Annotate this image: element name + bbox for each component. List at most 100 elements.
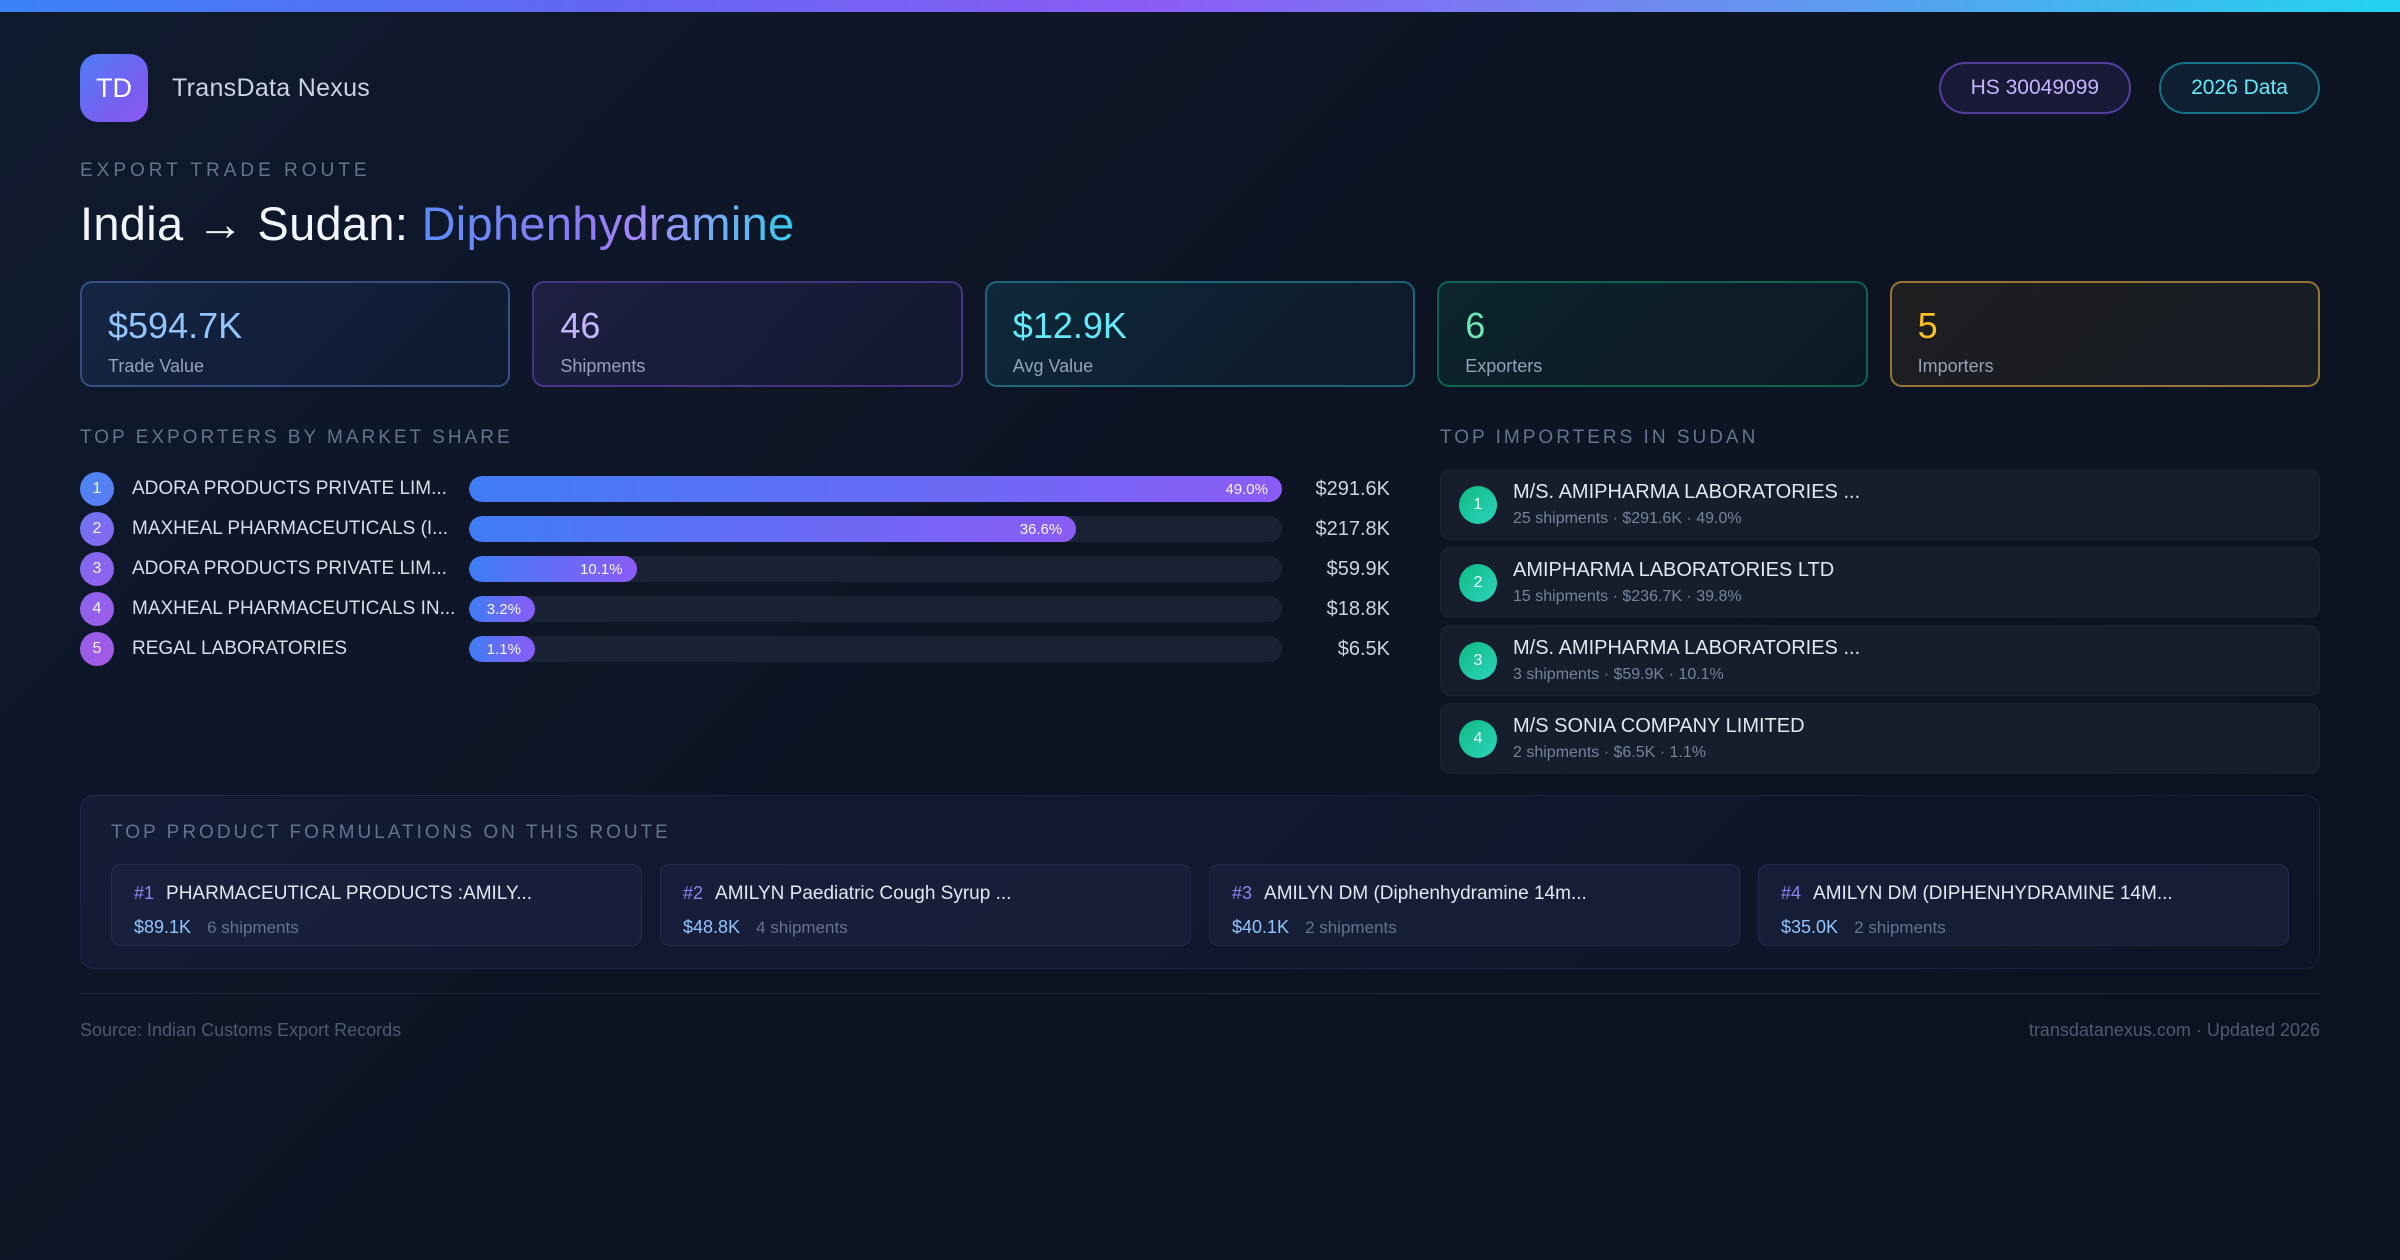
exporter-value: $59.9K: [1326, 557, 1390, 580]
product-name: AMILYN DM (DIPHENHYDRAMINE 14M...: [1813, 883, 2173, 904]
stat-cards-row: $594.7K Trade Value 46 Shipments $12.9K …: [80, 281, 2320, 387]
product-shipments: 2 shipments: [1854, 918, 1946, 937]
stat-label: Trade Value: [108, 356, 205, 376]
importer-meta: 15 shipments · $236.7K · 39.8%: [1513, 588, 1742, 605]
products-list: #1 PHARMACEUTICAL PRODUCTS :AMILY... $89…: [111, 864, 2289, 946]
market-share-bar: 1.1%: [469, 636, 1282, 662]
market-share-bar: 10.1%: [469, 556, 1282, 582]
exporters-section: TOP EXPORTERS BY MARKET SHARE 1 ADORA PR…: [80, 427, 1390, 774]
stat-value: $12.9K: [1012, 305, 1127, 346]
market-share-bar: 3.2%: [469, 596, 1282, 622]
stat-label: Shipments: [560, 356, 646, 376]
products-section: TOP PRODUCT FORMULATIONS ON THIS ROUTE #…: [80, 795, 2320, 969]
main-columns: TOP EXPORTERS BY MARKET SHARE 1 ADORA PR…: [80, 427, 2320, 774]
importer-meta: 25 shipments · $291.6K · 49.0%: [1513, 510, 1742, 527]
rank-badge: 4: [1459, 719, 1497, 758]
stat-value: 5: [1917, 305, 1938, 346]
exporter-row[interactable]: 5 REGAL LABORATORIES 1.1% $6.5K: [80, 629, 1390, 669]
product-rank: #2: [683, 883, 704, 903]
page-container: TD TransData Nexus HS 30049099 2026 Data…: [0, 54, 2400, 1041]
hs-code-badge[interactable]: HS 30049099: [1938, 62, 2132, 114]
importers-section: TOP IMPORTERS IN SUDAN 1 M/S. AMIPHARMA …: [1440, 427, 2320, 774]
exporter-value: $217.8K: [1315, 517, 1390, 540]
exporter-value: $291.6K: [1315, 477, 1390, 500]
importer-card[interactable]: 1 M/S. AMIPHARMA LABORATORIES ... 25 shi…: [1440, 469, 2320, 540]
market-share-fill: 10.1%: [469, 556, 637, 582]
page-title: India → Sudan: Diphenhydramine: [80, 196, 2320, 251]
product-rank: #1: [134, 883, 155, 903]
importer-name: M/S. AMIPHARMA LABORATORIES ...: [1513, 637, 1861, 659]
importers-list: 1 M/S. AMIPHARMA LABORATORIES ... 25 shi…: [1440, 469, 2320, 774]
importer-meta: 3 shipments · $59.9K · 10.1%: [1513, 666, 1724, 683]
exporters-heading: TOP EXPORTERS BY MARKET SHARE: [80, 427, 513, 448]
stat-card-avg-value: $12.9K Avg Value: [984, 281, 1416, 387]
exporter-name: MAXHEAL PHARMACEUTICALS (I...: [132, 518, 449, 539]
stat-value: $594.7K: [108, 305, 243, 346]
product-card[interactable]: #1 PHARMACEUTICAL PRODUCTS :AMILY... $89…: [111, 864, 642, 946]
exporter-value: $18.8K: [1326, 597, 1390, 620]
brand-name: TransData Nexus: [172, 73, 371, 102]
market-share-fill: 3.2%: [469, 596, 535, 622]
rank-badge: 2: [1459, 563, 1497, 602]
importer-name: M/S SONIA COMPANY LIMITED: [1513, 715, 1805, 737]
product-name-highlight: Diphenhydramine: [421, 197, 795, 250]
stat-label: Avg Value: [1012, 356, 1094, 376]
products-heading: TOP PRODUCT FORMULATIONS ON THIS ROUTE: [111, 822, 671, 843]
product-shipments: 4 shipments: [756, 918, 848, 937]
stat-card-exporters: 6 Exporters: [1437, 281, 1868, 387]
footer: Source: Indian Customs Export Records tr…: [80, 993, 2320, 1041]
stat-label: Exporters: [1465, 356, 1543, 376]
brand-block[interactable]: TD TransData Nexus: [80, 54, 370, 122]
stat-label: Importers: [1917, 356, 1994, 376]
footer-site: transdatanexus.com · Updated 2026: [2028, 1020, 2320, 1040]
product-shipments: 6 shipments: [207, 918, 299, 937]
stat-card-shipments: 46 Shipments: [532, 281, 963, 387]
rank-badge: 4: [80, 592, 114, 626]
product-card[interactable]: #4 AMILYN DM (DIPHENHYDRAMINE 14M... $35…: [1758, 864, 2289, 946]
exporter-name: ADORA PRODUCTS PRIVATE LIM...: [132, 558, 447, 579]
product-card[interactable]: #2 AMILYN Paediatric Cough Syrup ... $48…: [660, 864, 1191, 946]
rank-badge: 5: [80, 632, 114, 666]
product-card[interactable]: #3 AMILYN DM (Diphenhydramine 14m... $40…: [1209, 864, 1740, 946]
product-name: AMILYN Paediatric Cough Syrup ...: [715, 883, 1012, 904]
market-share-bar: 36.6%: [469, 516, 1282, 542]
exporter-name: MAXHEAL PHARMACEUTICALS IN...: [132, 598, 456, 619]
rank-badge: 3: [1459, 641, 1497, 680]
product-name: PHARMACEUTICAL PRODUCTS :AMILY...: [166, 883, 533, 904]
rank-badge: 1: [80, 472, 114, 506]
data-year-badge[interactable]: 2026 Data: [2159, 62, 2320, 114]
stat-card-importers: 5 Importers: [1889, 281, 2320, 387]
market-share-fill: 36.6%: [469, 516, 1077, 542]
exporter-name: REGAL LABORATORIES: [132, 638, 348, 659]
importers-heading: TOP IMPORTERS IN SUDAN: [1440, 427, 1759, 448]
rank-badge: 2: [80, 512, 114, 546]
importer-name: M/S. AMIPHARMA LABORATORIES ...: [1513, 481, 1861, 503]
product-value: $89.1K: [134, 917, 192, 937]
importer-meta: 2 shipments · $6.5K · 1.1%: [1513, 744, 1706, 761]
exporter-row[interactable]: 3 ADORA PRODUCTS PRIVATE LIM... 10.1% $5…: [80, 549, 1390, 589]
product-shipments: 2 shipments: [1305, 918, 1397, 937]
rank-badge: 1: [1459, 485, 1497, 524]
importer-name: AMIPHARMA LABORATORIES LTD: [1513, 559, 1835, 581]
stat-value: 6: [1465, 305, 1486, 346]
exporter-row[interactable]: 1 ADORA PRODUCTS PRIVATE LIM... 49.0% $2…: [80, 469, 1390, 509]
product-name: AMILYN DM (Diphenhydramine 14m...: [1264, 883, 1587, 904]
product-rank: #4: [1781, 883, 1802, 903]
exporter-row[interactable]: 2 MAXHEAL PHARMACEUTICALS (I... 36.6% $2…: [80, 509, 1390, 549]
importer-card[interactable]: 4 M/S SONIA COMPANY LIMITED 2 shipments …: [1440, 703, 2320, 774]
importer-card[interactable]: 3 M/S. AMIPHARMA LABORATORIES ... 3 ship…: [1440, 625, 2320, 696]
brand-logo[interactable]: TD: [80, 54, 148, 122]
header: TD TransData Nexus HS 30049099 2026 Data: [80, 54, 2320, 122]
product-value: $40.1K: [1232, 917, 1290, 937]
product-value: $35.0K: [1781, 917, 1839, 937]
market-share-fill: 49.0%: [469, 476, 1282, 502]
market-share-bar: 49.0%: [469, 476, 1282, 502]
stat-value: 46: [560, 305, 601, 346]
rank-badge: 3: [80, 552, 114, 586]
route-text: India → Sudan:: [80, 197, 422, 250]
accent-top-bar: [0, 0, 2400, 12]
importer-card[interactable]: 2 AMIPHARMA LABORATORIES LTD 15 shipment…: [1440, 547, 2320, 618]
exporter-row[interactable]: 4 MAXHEAL PHARMACEUTICALS IN... 3.2% $18…: [80, 589, 1390, 629]
header-badges: HS 30049099 2026 Data: [1938, 62, 2320, 114]
exporter-value: $6.5K: [1337, 637, 1390, 660]
